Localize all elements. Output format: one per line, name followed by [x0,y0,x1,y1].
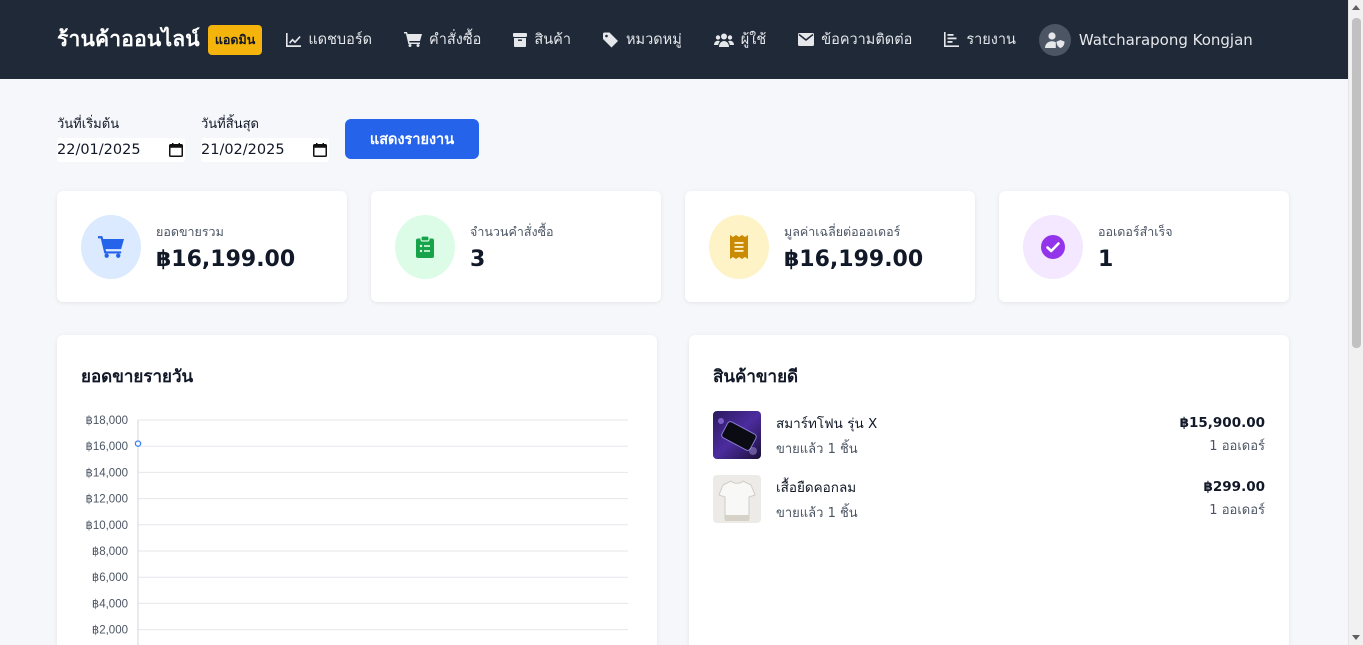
user-name: Watcharapong Kongjan [1078,30,1253,49]
cart-icon [98,235,124,258]
product-revenue: ฿15,900.00 [1179,414,1265,431]
nav-label: สินค้า [534,32,571,48]
stat-label: มูลค่าเฉลี่ยต่อออเดอร์ [784,223,901,239]
nav-label: รายงาน [966,32,1016,48]
stat-icon-wrap [1023,214,1083,279]
start-date-field: วันที่เริ่มต้น 22/01/2025 [57,112,185,162]
chart-line-icon [286,32,302,47]
box-icon [513,32,528,47]
nav-item-contact-messages[interactable]: ข้อความติดต่อ [798,28,912,51]
stat-value: ฿16,199.00 [784,246,924,272]
envelope-icon [798,33,815,46]
stat-card-average-order-value: มูลค่าเฉลี่ยต่อออเดอร์ ฿16,199.00 [685,191,975,302]
nav-label: หมวดหมู่ [625,32,682,48]
product-thumbnail [713,475,761,523]
nav-label: ผู้ใช้ [740,32,767,48]
nav-item-reports[interactable]: รายงาน [944,28,1016,51]
chart-data-point[interactable] [134,440,142,447]
start-date-value: 22/01/2025 [57,142,141,158]
chart-y-tick-label: ฿2,000 [92,624,128,637]
navbar: ร้านค้าออนไลน์ แอดมิน แดชบอร์ด คำสั่งซื้… [0,0,1348,79]
report-icon [944,32,960,47]
chart-y-tick-label: ฿6,000 [92,571,128,584]
stat-value: ฿16,199.00 [156,246,296,272]
chart-y-tick-label: ฿16,000 [86,440,129,453]
page-scrollbar[interactable] [1348,0,1363,645]
nav-menu: แดชบอร์ด คำสั่งซื้อ สินค้า หมวดหมู่ ผู้ใ… [285,28,1048,51]
product-order-count: 1 ออเดอร์ [1209,438,1265,454]
brand-title[interactable]: ร้านค้าออนไลน์ [57,23,200,56]
receipt-icon [730,234,748,259]
stat-label: ยอดขายรวม [156,223,224,239]
stat-icon-wrap [395,214,455,279]
stat-icon-wrap [81,214,141,279]
product-sold: ขายแล้ว 1 ชิ้น [776,505,858,521]
end-date-input[interactable]: 21/02/2025 [201,138,329,162]
users-icon [713,33,734,47]
chart-y-tick-label: ฿12,000 [86,493,129,506]
stat-value: 1 [1098,246,1114,272]
nav-item-products[interactable]: สินค้า [513,28,571,51]
daily-sales-panel: ยอดขายรายวัน ฿18,000 ฿16,000 ฿14,000 ฿12,00… [57,335,657,645]
clipboard-icon [416,235,434,258]
avatar [1038,23,1071,56]
user-menu[interactable]: Watcharapong Kongjan [1038,23,1253,56]
product-thumbnail [713,411,761,459]
stat-label: ออเดอร์สำเร็จ [1098,223,1173,239]
scroll-up-arrow-icon[interactable] [1352,5,1360,10]
product-name: สมาร์ทโฟน รุ่น X [776,415,878,432]
nav-label: ข้อความติดต่อ [821,32,913,48]
product-name: เสื้อยืดคอกลม [776,479,857,496]
stat-card-completed-orders: ออเดอร์สำเร็จ 1 [999,191,1289,302]
cart-icon [404,32,423,47]
stat-value: 3 [470,246,486,272]
nav-label: คำสั่งซื้อ [429,32,482,48]
stat-label: จำนวนคำสั่งซื้อ [470,223,554,239]
chart-y-tick-label: ฿8,000 [92,545,128,558]
end-date-field: วันที่สิ้นสุด 21/02/2025 [201,112,329,162]
calendar-icon[interactable] [313,143,327,157]
date-filter-form: วันที่เริ่มต้น 22/01/2025 วันที่สิ้นสุด … [57,112,479,162]
chart-y-tick-label: ฿14,000 [86,466,129,479]
end-date-label: วันที่สิ้นสุด [201,117,259,132]
best-seller-item[interactable]: เสื้อยืดคอกลม ขายแล้ว 1 ชิ้น ฿299.00 1 อ… [713,475,1265,523]
stat-card-order-count: จำนวนคำสั่งซื้อ 3 [371,191,661,302]
product-order-count: 1 ออเดอร์ [1209,502,1265,518]
check-circle-icon [1041,234,1065,259]
nav-item-dashboard[interactable]: แดชบอร์ด [285,28,372,51]
scroll-down-arrow-icon[interactable] [1352,635,1360,640]
calendar-icon[interactable] [169,143,183,157]
product-revenue: ฿299.00 [1203,478,1266,495]
chart-y-tick-label: ฿4,000 [92,597,128,610]
best-sellers-title: สินค้าขายดี [713,367,799,387]
admin-badge: แอดมิน [207,24,263,55]
scroll-thumb[interactable] [1352,18,1361,348]
end-date-value: 21/02/2025 [201,142,285,158]
nav-item-orders[interactable]: คำสั่งซื้อ [404,28,481,51]
nav-label: แดชบอร์ด [308,32,373,48]
product-sold: ขายแล้ว 1 ชิ้น [776,441,858,457]
best-sellers-panel: สินค้าขายดี สมาร์ทโฟน รุ่น X ขายแล้ว 1 ช [689,335,1289,645]
best-seller-item[interactable]: สมาร์ทโฟน รุ่น X ขายแล้ว 1 ชิ้น ฿15,900.… [713,411,1265,459]
start-date-input[interactable]: 22/01/2025 [57,138,185,162]
daily-sales-chart: ฿18,000 ฿16,000 ฿14,000 ฿12,000 ฿10,000 ฿8,00… [86,414,628,645]
chart-y-tick-label: ฿18,000 [86,414,129,427]
chart-y-tick-label: ฿10,000 [86,519,129,532]
nav-item-users[interactable]: ผู้ใช้ [713,28,767,51]
show-report-button[interactable]: แสดงรายงาน [345,119,479,159]
stat-icon-wrap [709,214,769,279]
tag-icon [602,32,618,47]
start-date-label: วันที่เริ่มต้น [57,117,120,132]
stat-card-total-sales: ยอดขายรวม ฿16,199.00 [57,191,347,302]
user-shield-icon [1044,31,1065,48]
nav-item-categories[interactable]: หมวดหมู่ [602,28,682,51]
